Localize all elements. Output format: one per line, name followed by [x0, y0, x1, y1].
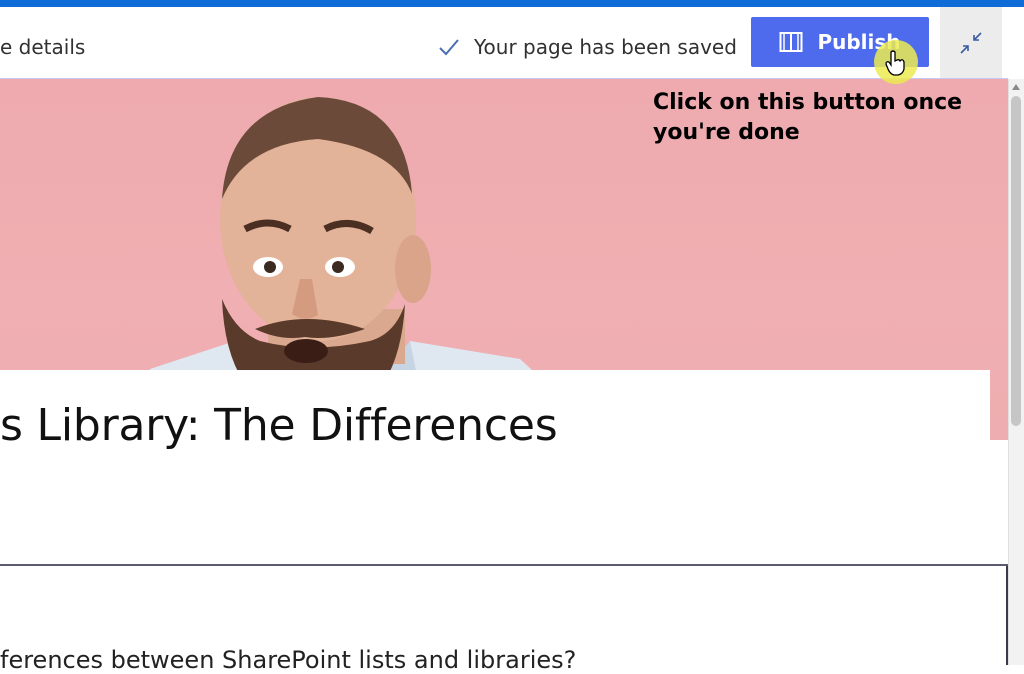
top-accent-bar: [0, 0, 1024, 7]
scrollbar-thumb[interactable]: [1011, 96, 1021, 426]
collapse-button[interactable]: [940, 7, 1002, 79]
collapse-arrows-icon: [960, 32, 982, 54]
page-title[interactable]: s Library: The Differences: [0, 400, 558, 451]
book-icon: [779, 32, 803, 52]
scroll-up-arrow[interactable]: [1012, 84, 1020, 90]
hand-pointer-icon: [885, 50, 905, 76]
checkmark-icon: [439, 39, 459, 56]
title-area-edge: [990, 440, 1008, 566]
save-status: Your page has been saved: [438, 35, 737, 59]
annotation-callout: Click on this button once you're done: [653, 90, 963, 145]
page-details-link[interactable]: e details: [0, 35, 85, 59]
save-status-text: Your page has been saved: [474, 35, 737, 59]
body-text[interactable]: ferences between SharePoint lists and li…: [0, 646, 576, 674]
